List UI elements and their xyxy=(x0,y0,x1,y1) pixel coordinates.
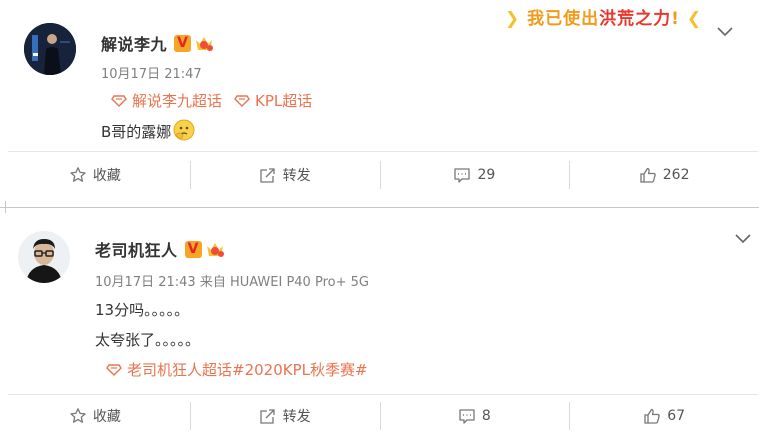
avatar[interactable] xyxy=(24,23,76,75)
star-outline-icon xyxy=(70,167,86,182)
post-text-line: 太夸张了。。。。。 xyxy=(95,331,201,349)
thumbs-up-icon xyxy=(640,167,656,183)
post-text-line: 13分吗。。。。。 xyxy=(95,301,190,319)
post-text: B哥的露娜 xyxy=(101,119,195,142)
topic-diamond-icon xyxy=(106,363,122,376)
topic-link[interactable]: 解说李九超话 xyxy=(111,90,222,111)
divider xyxy=(8,151,758,152)
chevron-down-icon[interactable] xyxy=(717,27,733,37)
weibo-post-2: 老司机狂人 V 10月17日 21:43 来自 HUAWEI P40 Pro+ … xyxy=(0,211,759,434)
repost-button[interactable]: 转发 xyxy=(189,154,380,196)
post-meta: 10月17日 21:43 来自 HUAWEI P40 Pro+ 5G xyxy=(95,275,369,290)
separator xyxy=(379,402,381,430)
comment-icon xyxy=(459,409,475,424)
favorite-button[interactable]: 收藏 xyxy=(0,395,190,434)
star-outline-icon xyxy=(70,408,86,423)
thumbs-up-icon xyxy=(644,408,660,424)
author-name[interactable]: 解说李九 xyxy=(101,31,167,55)
verified-badge: V xyxy=(184,240,202,258)
verified-badge: V xyxy=(174,34,192,52)
avatar[interactable] xyxy=(18,231,70,283)
comment-button[interactable]: 8 xyxy=(379,395,570,434)
share-arrow-icon xyxy=(259,409,275,424)
author-name[interactable]: 老司机狂人 xyxy=(95,237,178,261)
topic-diamond-icon xyxy=(234,94,250,107)
comment-icon xyxy=(454,168,471,183)
vip-crown-icon xyxy=(205,240,225,258)
vip-crown-icon xyxy=(194,34,214,52)
status-banner: ❯ 我已使出洪荒之力! ❮ xyxy=(505,9,703,29)
thinking-face-emoji xyxy=(173,119,195,141)
favorite-button[interactable]: 收藏 xyxy=(0,154,190,196)
weibo-post-1: 解说李九 V 10月17日 21:47 ❯ 我已使出洪荒之力! ❮ 解说李九超话… xyxy=(0,0,759,203)
comment-button[interactable]: 29 xyxy=(379,154,570,196)
topic-diamond-icon xyxy=(111,94,127,107)
action-bar: 收藏 转发 29 262 xyxy=(0,154,759,196)
like-button[interactable]: 67 xyxy=(569,395,759,434)
post-meta: 10月17日 21:47 xyxy=(101,67,202,82)
separator xyxy=(569,402,571,430)
separator xyxy=(569,161,571,189)
action-bar: 收藏 转发 8 67 xyxy=(0,395,759,434)
topic-link[interactable]: KPL超话 xyxy=(234,90,312,111)
share-arrow-icon xyxy=(259,168,275,183)
separator xyxy=(379,161,381,189)
post-separator xyxy=(0,207,759,208)
separator xyxy=(189,402,191,430)
topic-link[interactable]: 老司机狂人超话#2020KPL秋季赛# xyxy=(106,359,368,380)
repost-button[interactable]: 转发 xyxy=(189,395,380,434)
like-button[interactable]: 262 xyxy=(569,154,759,196)
chevron-down-icon[interactable] xyxy=(735,234,751,244)
separator xyxy=(189,161,191,189)
